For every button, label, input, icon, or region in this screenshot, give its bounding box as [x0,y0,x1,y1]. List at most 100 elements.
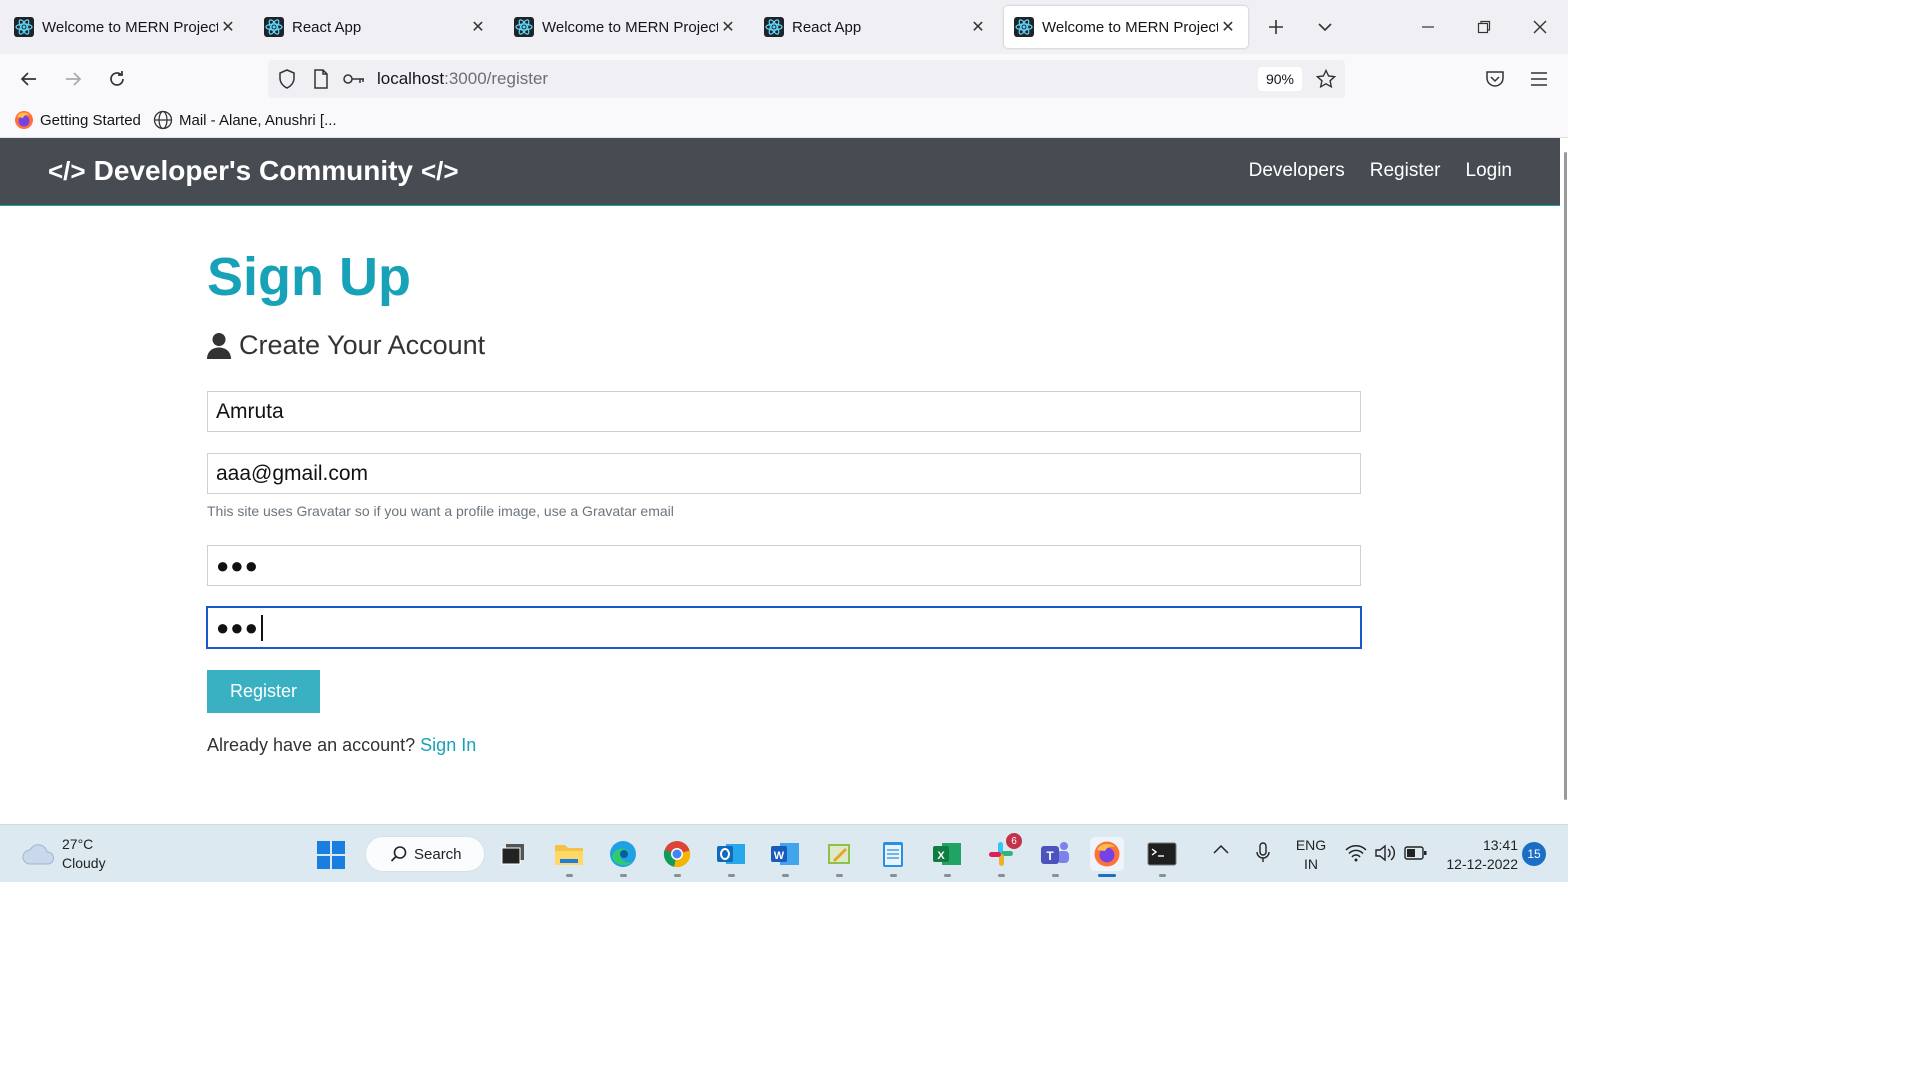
wifi-button[interactable] [1345,844,1367,862]
tab-5-active[interactable]: Welcome to MERN Project ✕ [1004,6,1248,48]
password-input[interactable]: ●●● [207,545,1361,586]
back-button[interactable] [14,64,44,94]
register-button[interactable]: Register [207,670,320,713]
show-hidden-icons-button[interactable] [1212,843,1230,855]
running-indicator [836,874,843,877]
nav-link-register[interactable]: Register [1370,160,1441,182]
volume-button[interactable] [1374,844,1396,862]
close-icon[interactable]: ✕ [968,17,988,37]
edge-app[interactable] [606,837,640,871]
close-window-button[interactable] [1525,12,1555,42]
notepad-app[interactable] [876,837,910,871]
terminal-icon [1147,842,1177,866]
star-icon[interactable] [1315,68,1337,90]
confirm-password-input[interactable]: ●●● [206,606,1362,649]
tab-2[interactable]: React App ✕ [254,6,498,48]
globe-icon [153,110,173,130]
bookmark-label: Getting Started [40,111,141,129]
close-icon[interactable]: ✕ [218,17,238,37]
tab-1[interactable]: Welcome to MERN Project ✕ [4,6,248,48]
language-indicator[interactable]: ENG IN [1294,836,1328,874]
firefox-app[interactable] [1090,837,1124,871]
battery-button[interactable] [1404,845,1428,861]
windows-start-icon[interactable] [316,840,346,870]
firefox-icon [15,111,33,129]
chevron-up-icon [1213,844,1229,854]
running-indicator [728,874,735,877]
microphone-button[interactable] [1255,841,1271,865]
task-view-app[interactable] [496,837,530,871]
address-bar[interactable]: localhost:3000/register 90% [268,60,1345,98]
running-indicator [782,874,789,877]
page-title: Sign Up [207,247,411,307]
nav-link-developers[interactable]: Developers [1249,160,1345,182]
running-indicator [1052,874,1059,877]
teams-icon: T [1041,842,1069,864]
wifi-icon [1345,845,1367,862]
excel-app[interactable]: X [930,837,964,871]
firefox-icon [1094,841,1120,867]
task-view-icon [501,844,524,865]
list-tabs-button[interactable] [1310,12,1340,42]
tab-title: Welcome to MERN Project [1042,18,1218,36]
tab-strip: Welcome to MERN Project ✕ React App ✕ We… [0,0,1568,54]
url-text[interactable]: localhost:3000/register [377,69,548,89]
file-explorer-app[interactable] [552,837,586,871]
signin-prompt-text: Already have an account? [207,735,416,755]
new-tab-button[interactable] [1261,12,1291,42]
reload-icon [110,71,124,86]
slack-app[interactable]: 6 [984,833,1022,871]
zoom-indicator[interactable]: 90% [1258,67,1302,91]
brand-link[interactable]: </> Developer's Community </> [48,155,459,187]
weather-widget[interactable]: 27°C Cloudy [22,835,106,873]
minimize-button[interactable] [1413,12,1443,42]
code-icon: </> [48,155,86,186]
react-icon [764,17,784,37]
clock-time: 13:41 [1482,837,1518,853]
react-icon [514,17,534,37]
close-icon[interactable]: ✕ [718,17,738,37]
tab-3[interactable]: Welcome to MERN Project ✕ [504,6,748,48]
pocket-button[interactable] [1480,64,1510,94]
scrollbar-thumb[interactable] [1564,152,1567,800]
forward-button[interactable] [58,64,88,94]
terminal-app[interactable] [1145,837,1179,871]
outlook-app[interactable] [714,837,748,871]
name-input[interactable]: Amruta [207,391,1361,432]
tab-title: React App [792,18,862,36]
page-scrollbar[interactable] [1560,138,1568,824]
minimize-icon [1422,26,1434,28]
reload-button[interactable] [102,64,132,94]
paint-app[interactable] [822,837,856,871]
shield-icon[interactable] [276,68,298,90]
windows-taskbar: 27°C Cloudy Search W X 6 T ENG IN 13:41 … [0,824,1568,882]
chrome-app[interactable] [660,837,694,871]
close-icon[interactable]: ✕ [468,17,488,37]
svg-text:W: W [774,850,785,862]
menu-button[interactable] [1524,64,1554,94]
bookmark-getting-started[interactable]: Getting Started [14,110,141,130]
bookmarks-toolbar: Getting Started Mail - Alane, Anushri [.… [0,104,1568,138]
react-icon [264,17,284,37]
close-icon[interactable]: ✕ [1218,17,1238,37]
nav-link-login[interactable]: Login [1466,160,1513,182]
page-icon[interactable] [310,68,332,90]
arrow-right-icon [66,72,82,86]
email-input[interactable]: aaa@gmail.com [207,453,1361,494]
key-icon[interactable] [343,68,365,90]
taskbar-search[interactable]: Search [365,836,485,872]
clock-date: 12-12-2022 [1446,856,1518,872]
cloud-icon [22,844,54,865]
system-clock[interactable]: 13:41 12-12-2022 [1440,836,1518,874]
hamburger-menu-icon [1531,72,1547,86]
word-app[interactable]: W [768,837,802,871]
bookmark-mail[interactable]: Mail - Alane, Anushri [... [153,110,337,130]
signin-link[interactable]: Sign In [420,735,476,755]
running-indicator [674,874,681,877]
notification-center-badge[interactable]: 15 [1522,842,1546,866]
tab-4[interactable]: React App ✕ [754,6,998,48]
arrow-left-icon [20,72,36,86]
restore-button[interactable] [1469,12,1499,42]
teams-app[interactable]: T [1038,837,1072,871]
text-caret [260,614,263,641]
